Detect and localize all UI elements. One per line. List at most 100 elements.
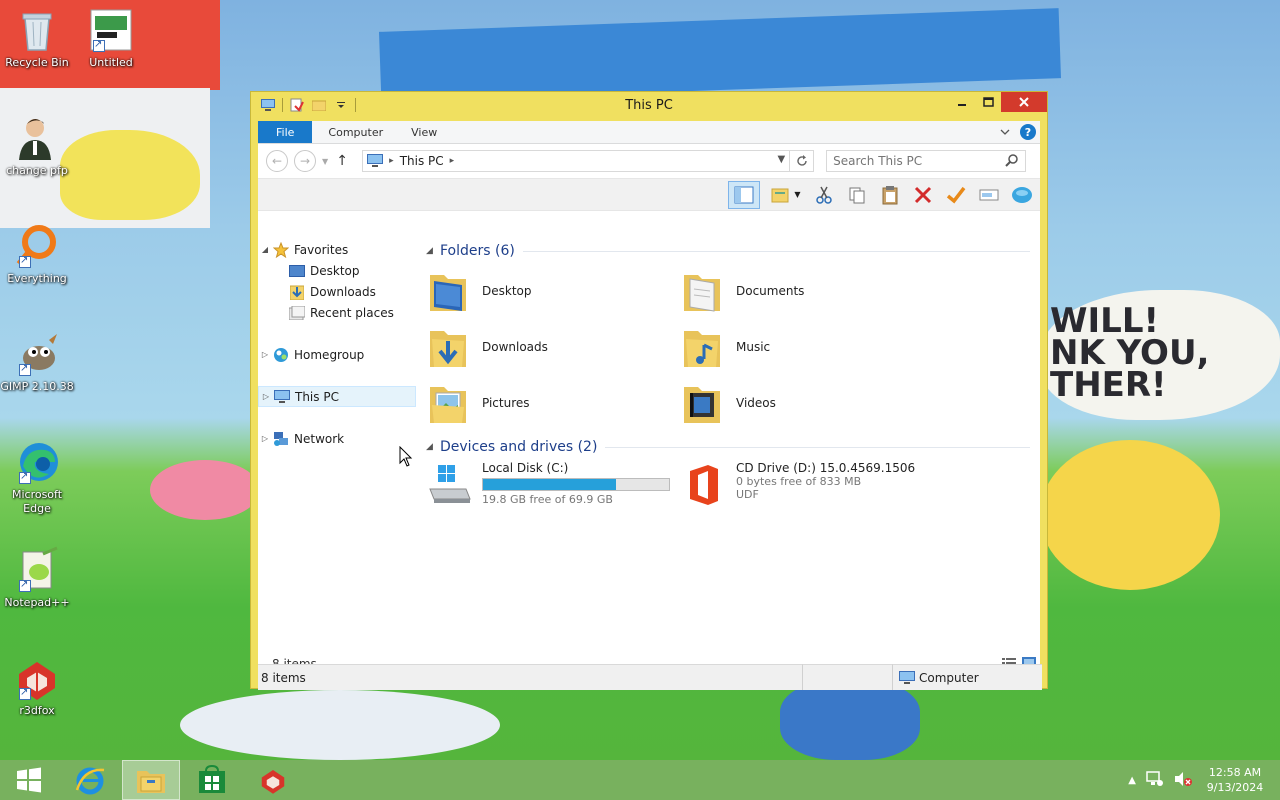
nav-item-label: Downloads xyxy=(310,284,376,299)
search-input[interactable] xyxy=(833,154,1004,168)
desktop-icon-label: Notepad++ xyxy=(4,596,70,609)
desktop-icon-r3dfox[interactable]: r3dfox xyxy=(0,654,74,718)
help-button[interactable]: ? xyxy=(1020,124,1036,140)
check-button[interactable] xyxy=(944,183,968,207)
folder-tile-downloads[interactable]: Downloads xyxy=(426,319,680,375)
chevron-down-icon xyxy=(1000,129,1010,135)
start-icon xyxy=(17,767,41,793)
desktop-icon-gimp[interactable]: GIMP 2.10.38 xyxy=(0,330,74,394)
tab-file[interactable]: File xyxy=(258,121,313,143)
taskbar-r3dfox[interactable] xyxy=(244,760,302,800)
globe-icon xyxy=(1012,186,1032,203)
folder-name: Desktop xyxy=(482,284,532,298)
tab-view[interactable]: View xyxy=(397,121,451,143)
breadcrumb-this-pc[interactable]: This PC xyxy=(400,154,444,168)
address-row: ← → ▼ ↑ ▸ This PC ▸ ▼ xyxy=(258,144,1040,178)
network-tray-button[interactable] xyxy=(1146,770,1164,790)
desktop-icon-untitled[interactable]: Untitled xyxy=(74,6,148,70)
group-header-drives[interactable]: ◢ Devices and drives (2) xyxy=(426,435,1040,459)
desktop-icon-change-pfp[interactable]: change pfp xyxy=(0,114,74,178)
address-bar[interactable]: ▸ This PC ▸ ▼ xyxy=(362,150,815,172)
search-box[interactable] xyxy=(826,150,1027,172)
rename-button[interactable] xyxy=(977,183,1001,207)
nav-item-recent-places[interactable]: Recent places xyxy=(258,302,418,323)
system-tray: ▲ 12:58 AM 9/13/2024 xyxy=(1128,760,1280,800)
desktop-icon-label: GIMP 2.10.38 xyxy=(0,380,74,393)
volume-tray-button[interactable] xyxy=(1174,771,1192,790)
tab-computer[interactable]: Computer xyxy=(314,121,397,143)
expand-arrow-icon[interactable]: ▷ xyxy=(259,392,273,401)
collapse-arrow-icon[interactable]: ◢ xyxy=(426,442,440,452)
folder-tile-pictures[interactable]: Pictures xyxy=(426,375,680,431)
network-drive-button[interactable] xyxy=(1010,183,1034,207)
downloads-icon xyxy=(290,285,304,300)
nav-item-favorites[interactable]: ◢ Favorites xyxy=(258,239,418,260)
expand-arrow-icon[interactable]: ▷ xyxy=(258,434,272,443)
taskbar-store[interactable] xyxy=(183,760,241,800)
status-bar: 8 items Computer xyxy=(258,664,1042,690)
computer-icon xyxy=(274,389,290,403)
refresh-button[interactable] xyxy=(789,151,813,171)
copy-button[interactable] xyxy=(845,183,869,207)
delete-button[interactable] xyxy=(911,183,935,207)
desktop-icon-microsoft-edge[interactable]: Microsoft Edge xyxy=(0,438,74,516)
folder-tile-desktop[interactable]: Desktop xyxy=(426,263,680,319)
breadcrumb-separator[interactable]: ▸ xyxy=(450,156,455,166)
show-hidden-icons-button[interactable]: ▲ xyxy=(1128,775,1136,786)
desktop-icon-notepadpp[interactable]: Notepad++ xyxy=(0,546,74,610)
back-button[interactable]: ← xyxy=(266,150,288,172)
preview-pane-button[interactable] xyxy=(728,180,760,209)
collapse-arrow-icon[interactable]: ◢ xyxy=(258,245,272,254)
folder-tile-music[interactable]: Music xyxy=(680,319,934,375)
folder-options-button[interactable]: ▼ xyxy=(769,183,803,207)
desktop-icon-label: Microsoft Edge xyxy=(11,488,63,515)
taskbar-file-explorer[interactable] xyxy=(122,760,180,800)
folder-name: Videos xyxy=(736,396,776,410)
expand-ribbon-button[interactable] xyxy=(1000,125,1010,139)
minimize-button[interactable] xyxy=(949,92,975,112)
desktop-icon-everything[interactable]: Everything xyxy=(0,222,74,286)
breadcrumb-separator[interactable]: ▸ xyxy=(389,156,394,166)
maximize-button[interactable] xyxy=(975,92,1001,112)
folder-tile-documents[interactable]: Documents xyxy=(680,263,934,319)
store-icon xyxy=(199,765,225,793)
forward-button[interactable]: → xyxy=(294,150,316,172)
recent-locations-button[interactable]: ▼ xyxy=(322,157,328,166)
group-header-folders[interactable]: ◢ Folders (6) xyxy=(426,239,1040,263)
drive-tile-local-disk-c[interactable]: Local Disk (C:) 19.8 GB free of 69.9 GB xyxy=(426,459,680,513)
wallpaper-shape xyxy=(60,130,200,220)
drive-name: Local Disk (C:) xyxy=(482,461,569,475)
file-explorer-window: This PC File Computer View ? ← → ▼ ↑ ▸ T… xyxy=(250,91,1048,690)
close-button[interactable] xyxy=(1001,92,1047,112)
folder-options-icon xyxy=(771,188,789,202)
title-bar[interactable]: This PC xyxy=(258,92,1047,121)
nav-item-label: Favorites xyxy=(294,242,349,257)
clock[interactable]: 12:58 AM 9/13/2024 xyxy=(1202,765,1268,795)
nav-item-network[interactable]: ▷ Network xyxy=(258,428,418,449)
close-icon xyxy=(1019,97,1029,107)
user-icon xyxy=(19,119,51,160)
desktop-icon-recycle-bin[interactable]: Recycle Bin xyxy=(0,6,74,70)
r3dfox-icon xyxy=(261,770,285,794)
recent-places-icon xyxy=(289,305,305,320)
collapse-arrow-icon[interactable]: ◢ xyxy=(426,246,440,256)
paste-button[interactable] xyxy=(878,183,902,207)
explorer-body: File Computer View ? ← → ▼ ↑ ▸ This PC ▸… xyxy=(258,121,1042,690)
nav-item-desktop[interactable]: Desktop xyxy=(258,260,418,281)
nav-item-homegroup[interactable]: ▷ Homegroup xyxy=(258,344,418,365)
downloads-folder-icon xyxy=(430,331,466,367)
drive-tile-cd-drive-d[interactable]: CD Drive (D:) 15.0.4569.1506 0 bytes fre… xyxy=(680,459,934,513)
command-toolbar: ▼ xyxy=(258,178,1040,211)
address-dropdown-button[interactable]: ▼ xyxy=(777,154,785,165)
drive-usage-fill xyxy=(483,479,617,490)
nav-item-this-pc[interactable]: ▷ This PC xyxy=(258,386,416,407)
start-button[interactable] xyxy=(0,760,58,800)
desktop-icon xyxy=(289,264,305,277)
expand-arrow-icon[interactable]: ▷ xyxy=(258,350,272,359)
videos-folder-icon xyxy=(684,387,720,423)
cut-button[interactable] xyxy=(812,183,836,207)
taskbar-internet-explorer[interactable] xyxy=(61,760,119,800)
folder-tile-videos[interactable]: Videos xyxy=(680,375,934,431)
nav-item-downloads[interactable]: Downloads xyxy=(258,281,418,302)
up-button[interactable]: ↑ xyxy=(334,153,350,169)
